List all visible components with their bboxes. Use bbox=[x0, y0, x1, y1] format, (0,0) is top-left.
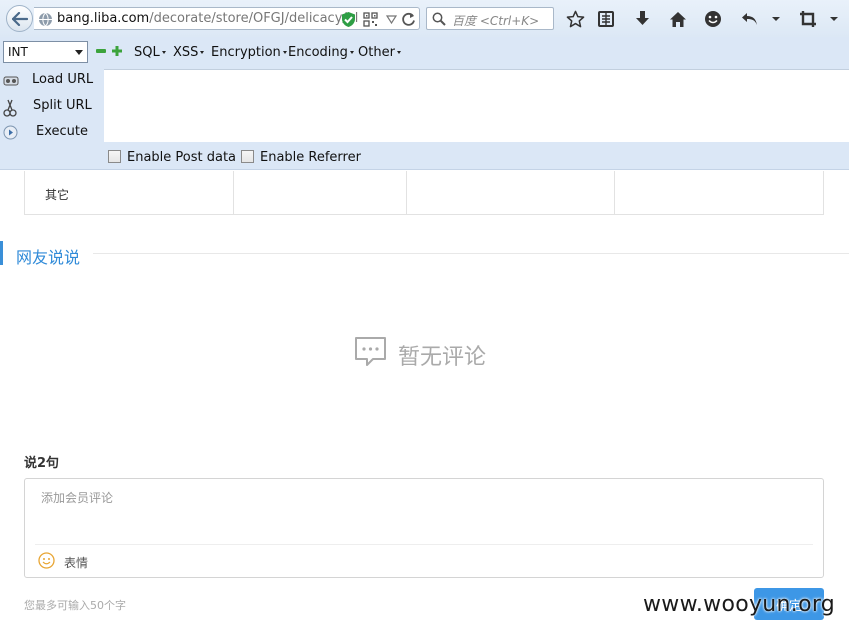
smiley-icon bbox=[705, 11, 721, 27]
checkbox-box[interactable] bbox=[108, 150, 121, 163]
emoji-toolbar-button[interactable] bbox=[703, 9, 723, 29]
empty-comments-text: 暂无评论 bbox=[398, 345, 487, 370]
globe-icon bbox=[39, 12, 52, 27]
hackbar-panel: INT SQL XSS Encryption Encoding Other Lo… bbox=[0, 37, 849, 170]
search-bar[interactable]: 百度 <Ctrl+K> bbox=[426, 7, 554, 30]
section-title: 网友说说 bbox=[16, 248, 81, 267]
undo-menu-button[interactable] bbox=[766, 9, 786, 29]
menu-caret-icon bbox=[161, 51, 166, 54]
crop-button[interactable] bbox=[798, 9, 818, 29]
table-cell bbox=[615, 171, 823, 214]
menu-other[interactable]: Other bbox=[358, 45, 401, 60]
load-url-button[interactable]: Load URL bbox=[0, 69, 104, 93]
reload-icon[interactable] bbox=[401, 11, 416, 27]
hackbar-url-textarea[interactable] bbox=[104, 69, 849, 142]
menu-encryption[interactable]: Encryption bbox=[211, 45, 287, 60]
reading-list-icon bbox=[598, 11, 614, 27]
download-icon bbox=[635, 11, 649, 25]
increase-icon[interactable] bbox=[112, 46, 122, 56]
section-divider bbox=[93, 253, 849, 254]
menu-caret-icon bbox=[200, 51, 205, 54]
watermark: www.wooyun.org bbox=[643, 592, 836, 617]
load-url-icon bbox=[3, 76, 19, 86]
undo-icon bbox=[742, 13, 757, 25]
enable-post-data-checkbox[interactable]: Enable Post data bbox=[108, 150, 236, 165]
url-text[interactable]: bang.liba.com/decorate/store/OFGJ/delica… bbox=[57, 11, 362, 26]
table-cell bbox=[234, 171, 407, 214]
back-button[interactable] bbox=[6, 5, 33, 32]
comment-divider bbox=[35, 544, 813, 545]
url-path: /decorate/store/OFGJ/delicacy/al bbox=[149, 11, 359, 26]
overflow-icon bbox=[830, 17, 838, 21]
menu-sql-label: SQL bbox=[134, 45, 160, 60]
execute-icon bbox=[3, 125, 18, 140]
reading-list-button[interactable] bbox=[596, 9, 616, 29]
menu-encryption-label: Encryption bbox=[211, 45, 281, 60]
download-button[interactable] bbox=[632, 9, 652, 29]
comment-bubble-icon bbox=[355, 337, 386, 366]
comment-form-title: 说2句 bbox=[24, 456, 60, 471]
execute-label: Execute bbox=[36, 124, 88, 139]
split-url-label: Split URL bbox=[33, 98, 92, 113]
checkbox-box[interactable] bbox=[241, 150, 254, 163]
home-icon bbox=[670, 11, 686, 27]
menu-caret-icon bbox=[396, 51, 401, 54]
hackbar-select-value: INT bbox=[8, 45, 28, 59]
home-button[interactable] bbox=[668, 9, 688, 29]
undo-button[interactable] bbox=[740, 9, 760, 29]
split-url-button[interactable]: Split URL bbox=[0, 95, 104, 119]
menu-caret-icon bbox=[282, 51, 287, 54]
char-limit-hint: 您最多可输入50个字 bbox=[24, 599, 126, 612]
menu-other-label: Other bbox=[358, 45, 395, 60]
menu-xss-label: XSS bbox=[173, 45, 199, 60]
hackbar-type-select[interactable]: INT bbox=[3, 41, 88, 63]
search-placeholder: 百度 <Ctrl+K> bbox=[452, 14, 540, 28]
address-bar[interactable]: bang.liba.com/decorate/store/OFGJ/delica… bbox=[34, 7, 420, 30]
emoji-icon[interactable] bbox=[38, 552, 55, 569]
comment-input[interactable]: 添加会员评论 表情 bbox=[24, 478, 824, 578]
crop-icon bbox=[800, 11, 816, 27]
menu-encoding-label: Encoding bbox=[288, 45, 348, 60]
star-icon bbox=[566, 10, 584, 27]
table-cell: 其它 bbox=[25, 171, 234, 214]
qr-code-icon[interactable] bbox=[363, 12, 378, 27]
chevron-down-icon bbox=[75, 50, 83, 55]
back-arrow-icon bbox=[11, 11, 28, 26]
enable-post-data-label: Enable Post data bbox=[127, 150, 237, 165]
overflow-menu-button[interactable] bbox=[824, 9, 844, 29]
load-url-label: Load URL bbox=[32, 72, 94, 87]
menu-caret-icon bbox=[349, 51, 354, 54]
menu-caret-icon bbox=[772, 17, 780, 21]
bookmark-star-button[interactable] bbox=[565, 9, 585, 29]
comment-placeholder: 添加会员评论 bbox=[41, 491, 114, 505]
dropdown-icon[interactable] bbox=[386, 12, 397, 26]
menu-encoding[interactable]: Encoding bbox=[288, 45, 354, 60]
table-cell-label: 其它 bbox=[45, 188, 70, 202]
section-accent-bar bbox=[0, 241, 3, 265]
menu-sql[interactable]: SQL bbox=[134, 45, 166, 60]
enable-referrer-checkbox[interactable]: Enable Referrer bbox=[241, 150, 361, 165]
menu-xss[interactable]: XSS bbox=[173, 45, 205, 60]
split-url-icon bbox=[3, 99, 17, 117]
table-cell bbox=[407, 171, 615, 214]
emoji-button-label[interactable]: 表情 bbox=[64, 554, 88, 571]
decrease-icon[interactable] bbox=[96, 48, 106, 54]
search-icon bbox=[432, 12, 446, 26]
url-domain: bang.liba.com bbox=[57, 11, 150, 26]
browser-navbar: bang.liba.com/decorate/store/OFGJ/delica… bbox=[0, 0, 849, 37]
enable-referrer-label: Enable Referrer bbox=[260, 150, 361, 165]
info-table: 其它 bbox=[24, 171, 824, 215]
execute-button[interactable]: Execute bbox=[0, 121, 104, 145]
shield-check-icon[interactable] bbox=[341, 11, 356, 28]
